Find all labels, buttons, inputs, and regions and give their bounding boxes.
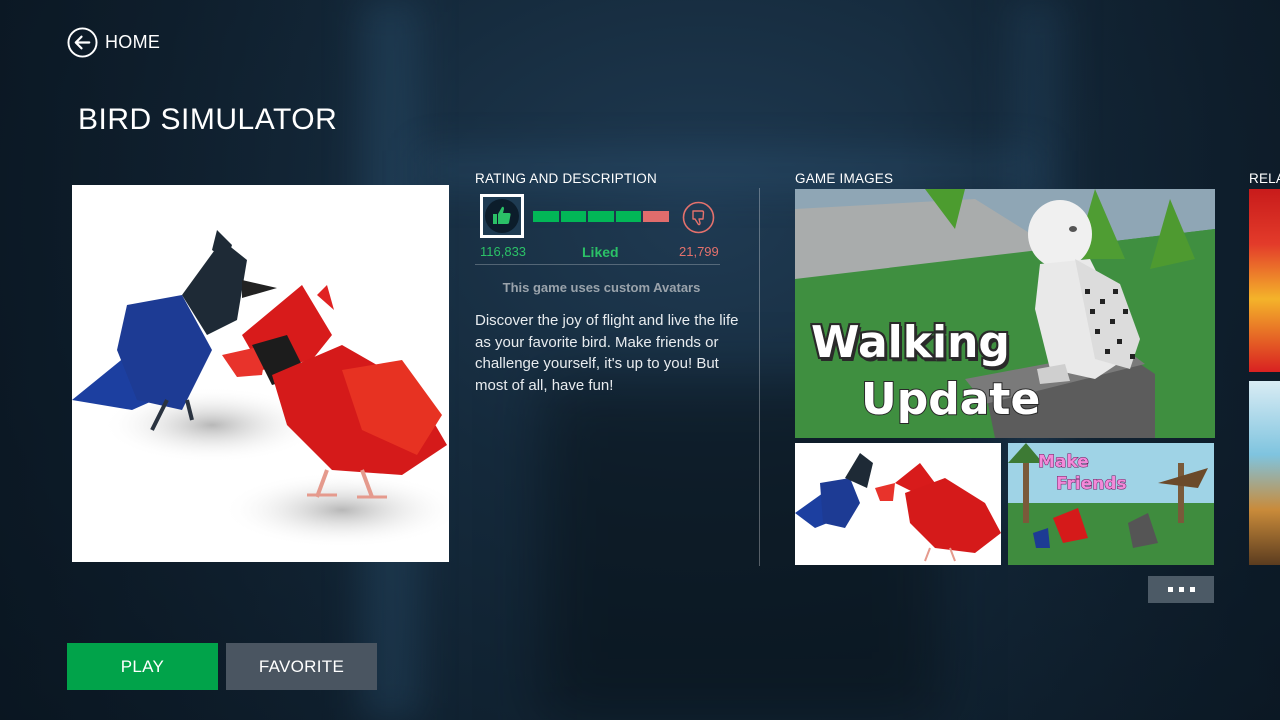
divider xyxy=(475,264,720,265)
overlay-text-friends: Friends xyxy=(1056,474,1127,494)
avatar-note: This game uses custom Avatars xyxy=(502,280,701,295)
up-vote-count: 116,833 xyxy=(480,244,527,259)
overlay-text-update: Update xyxy=(861,374,1040,425)
vote-bar-segment-up xyxy=(615,211,642,222)
bird-pair-image xyxy=(795,443,1001,565)
game-image-thumbnail-2[interactable]: Make Friends xyxy=(1008,443,1214,565)
column-divider xyxy=(759,188,760,566)
rating-status: Liked xyxy=(582,244,619,260)
game-thumbnail xyxy=(72,185,449,562)
rating-section-label: RATING AND DESCRIPTION xyxy=(475,171,657,186)
more-dots-icon xyxy=(1167,587,1173,592)
overlay-text-make: Make xyxy=(1038,452,1089,472)
play-button[interactable]: PLAY xyxy=(67,643,218,690)
bird-thumbnail-image xyxy=(72,230,449,548)
vote-ratio-bar xyxy=(533,211,669,222)
walking-update-image: Walking Update xyxy=(795,189,1215,438)
down-vote-count: 21,799 xyxy=(679,244,719,259)
make-friends-image: Make Friends xyxy=(1008,443,1214,565)
related-game-2[interactable] xyxy=(1249,381,1280,565)
related-game-1[interactable] xyxy=(1249,189,1280,372)
overlay-text-walking: Walking xyxy=(811,317,1010,368)
vote-bar-segment-up xyxy=(560,211,587,222)
thumbs-up-button[interactable] xyxy=(480,194,524,238)
vote-bar-segment-up xyxy=(588,211,614,222)
game-image-main[interactable]: Walking Update xyxy=(795,189,1215,438)
more-images-button[interactable] xyxy=(1148,576,1214,603)
back-arrow-icon xyxy=(67,27,98,58)
vote-bar-segment-down xyxy=(643,211,669,222)
game-description: Discover the joy of flight and live the … xyxy=(475,312,739,394)
home-label: HOME xyxy=(105,32,161,52)
related-games-label: RELA xyxy=(1249,171,1280,186)
page-title: BIRD SIMULATOR xyxy=(78,103,338,136)
game-images-label: GAME IMAGES xyxy=(795,171,894,186)
home-button[interactable]: HOME xyxy=(67,27,160,58)
favorite-button[interactable]: FAVORITE xyxy=(226,643,377,690)
vote-bar-segment-up xyxy=(533,211,559,222)
thumbs-down-icon xyxy=(692,210,705,226)
game-image-thumbnail-1[interactable] xyxy=(795,443,1001,565)
thumbs-up-icon xyxy=(493,206,511,224)
thumbs-down-button[interactable] xyxy=(682,201,715,234)
